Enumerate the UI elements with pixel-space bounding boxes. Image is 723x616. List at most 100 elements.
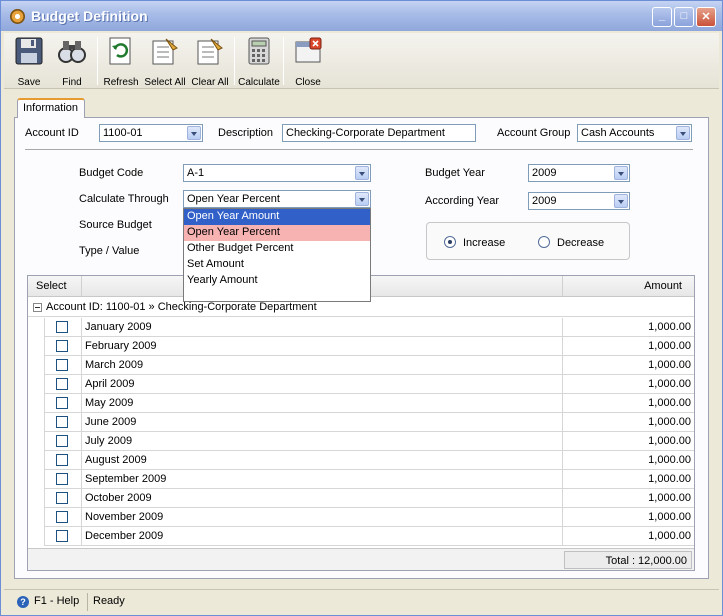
increase-radio[interactable] — [444, 236, 456, 248]
row-checkbox[interactable] — [56, 435, 68, 447]
table-row[interactable]: February 2009 1,000.00 — [44, 337, 694, 356]
according-year-value: 2009 — [532, 195, 557, 207]
according-year-label: According Year — [425, 195, 499, 207]
dropdown-option[interactable]: Open Year Percent — [184, 225, 370, 241]
select-all-button[interactable]: Select All — [144, 36, 186, 88]
row-checkbox[interactable] — [56, 454, 68, 466]
clear-all-button[interactable]: Clear All — [189, 36, 231, 88]
decrease-radio[interactable] — [538, 236, 550, 248]
calculate-through-dropdown: Open Year Amount Open Year Percent Other… — [183, 208, 371, 302]
tab-information[interactable]: Information — [17, 98, 85, 118]
row-checkbox[interactable] — [56, 473, 68, 485]
description-label: Description — [218, 127, 274, 139]
table-row[interactable]: May 2009 1,000.00 — [44, 394, 694, 413]
amount-cell[interactable]: 1,000.00 — [562, 527, 694, 545]
calculate-through-combo[interactable]: Open Year Percent — [183, 190, 371, 208]
close-window-button[interactable]: ✕ — [696, 7, 716, 27]
budget-grid: Select Amount Account ID: 1100-01 » Chec… — [27, 275, 695, 571]
row-checkbox[interactable] — [56, 321, 68, 333]
budget-definition-window: Budget Definition _ □ ✕ Save Find Refres… — [0, 0, 723, 616]
table-row[interactable]: October 2009 1,000.00 — [44, 489, 694, 508]
row-checkbox[interactable] — [56, 530, 68, 542]
row-checkbox[interactable] — [56, 359, 68, 371]
table-row[interactable]: July 2009 1,000.00 — [44, 432, 694, 451]
table-row[interactable]: March 2009 1,000.00 — [44, 356, 694, 375]
amount-column-header[interactable]: Amount — [562, 276, 694, 296]
calculate-button[interactable]: Calculate — [238, 36, 280, 88]
chevron-down-icon[interactable] — [355, 166, 369, 180]
row-checkbox[interactable] — [56, 397, 68, 409]
budget-code-combo[interactable]: A-1 — [183, 164, 371, 182]
dropdown-option[interactable]: Other Budget Percent — [184, 241, 370, 257]
table-row[interactable]: December 2009 1,000.00 — [44, 527, 694, 546]
account-id-value: 1100-01 — [103, 127, 143, 139]
maximize-icon: □ — [680, 10, 688, 22]
source-budget-label: Source Budget — [79, 219, 152, 231]
chevron-down-icon[interactable] — [187, 126, 201, 140]
month-cell: June 2009 — [85, 416, 137, 428]
chevron-down-icon[interactable] — [614, 194, 628, 208]
according-year-combo[interactable]: 2009 — [528, 192, 630, 210]
amount-cell[interactable]: 1,000.00 — [562, 470, 694, 488]
amount-cell[interactable]: 1,000.00 — [562, 337, 694, 355]
select-column-header[interactable]: Select — [28, 276, 82, 296]
select-all-icon — [150, 36, 180, 66]
header-divider — [25, 149, 693, 150]
row-checkbox[interactable] — [56, 492, 68, 504]
amount-cell[interactable]: 1,000.00 — [562, 394, 694, 412]
amount-cell[interactable]: 1,000.00 — [562, 451, 694, 469]
title-bar[interactable]: Budget Definition _ □ ✕ — [1, 1, 722, 31]
group-label: Account ID: 1100-01 » Checking-Corporate… — [46, 301, 317, 313]
month-cell: October 2009 — [85, 492, 152, 504]
month-cell: September 2009 — [85, 473, 167, 485]
table-row[interactable]: April 2009 1,000.00 — [44, 375, 694, 394]
amount-cell[interactable]: 1,000.00 — [562, 356, 694, 374]
find-button[interactable]: Find — [52, 36, 92, 88]
table-row[interactable]: November 2009 1,000.00 — [44, 508, 694, 527]
account-id-combo[interactable]: 1100-01 — [99, 124, 203, 142]
row-checkbox[interactable] — [56, 378, 68, 390]
month-cell: February 2009 — [85, 340, 157, 352]
minimize-icon: _ — [658, 10, 666, 22]
find-binoculars-icon — [57, 36, 87, 66]
amount-cell[interactable]: 1,000.00 — [562, 432, 694, 450]
close-button[interactable]: Close — [289, 36, 327, 88]
chevron-down-icon[interactable] — [614, 166, 628, 180]
row-checkbox[interactable] — [56, 511, 68, 523]
dropdown-option[interactable]: Open Year Amount — [184, 209, 370, 225]
table-row[interactable]: September 2009 1,000.00 — [44, 470, 694, 489]
clear-all-icon — [195, 36, 225, 66]
help-text: F1 - Help — [34, 595, 80, 607]
close-icon: ✕ — [701, 11, 711, 23]
status-text: Ready — [93, 595, 125, 607]
maximize-button[interactable]: □ — [674, 7, 694, 27]
budget-year-label: Budget Year — [425, 167, 485, 179]
chevron-down-icon[interactable] — [676, 126, 690, 140]
window-title: Budget Definition — [31, 8, 148, 24]
month-cell: August 2009 — [85, 454, 147, 466]
amount-cell[interactable]: 1,000.00 — [562, 318, 694, 336]
amount-cell[interactable]: 1,000.00 — [562, 375, 694, 393]
amount-cell[interactable]: 1,000.00 — [562, 489, 694, 507]
row-checkbox[interactable] — [56, 340, 68, 352]
table-row[interactable]: August 2009 1,000.00 — [44, 451, 694, 470]
budget-code-label: Budget Code — [79, 167, 144, 179]
row-checkbox[interactable] — [56, 416, 68, 428]
save-button[interactable]: Save — [9, 36, 49, 88]
toolbar-separator — [234, 37, 235, 85]
chevron-down-icon[interactable] — [355, 192, 369, 206]
close-window-icon — [293, 36, 323, 66]
collapse-icon[interactable] — [33, 303, 42, 312]
dropdown-option[interactable]: Set Amount — [184, 257, 370, 273]
amount-cell[interactable]: 1,000.00 — [562, 508, 694, 526]
account-group-combo[interactable]: Cash Accounts — [577, 124, 692, 142]
increase-decrease-group: Increase Decrease — [426, 222, 630, 260]
refresh-button[interactable]: Refresh — [101, 36, 141, 88]
minimize-button[interactable]: _ — [652, 7, 672, 27]
description-field[interactable]: Checking-Corporate Department — [282, 124, 476, 142]
dropdown-option[interactable]: Yearly Amount — [184, 273, 370, 289]
table-row[interactable]: January 2009 1,000.00 — [44, 318, 694, 337]
amount-cell[interactable]: 1,000.00 — [562, 413, 694, 431]
table-row[interactable]: June 2009 1,000.00 — [44, 413, 694, 432]
budget-year-combo[interactable]: 2009 — [528, 164, 630, 182]
